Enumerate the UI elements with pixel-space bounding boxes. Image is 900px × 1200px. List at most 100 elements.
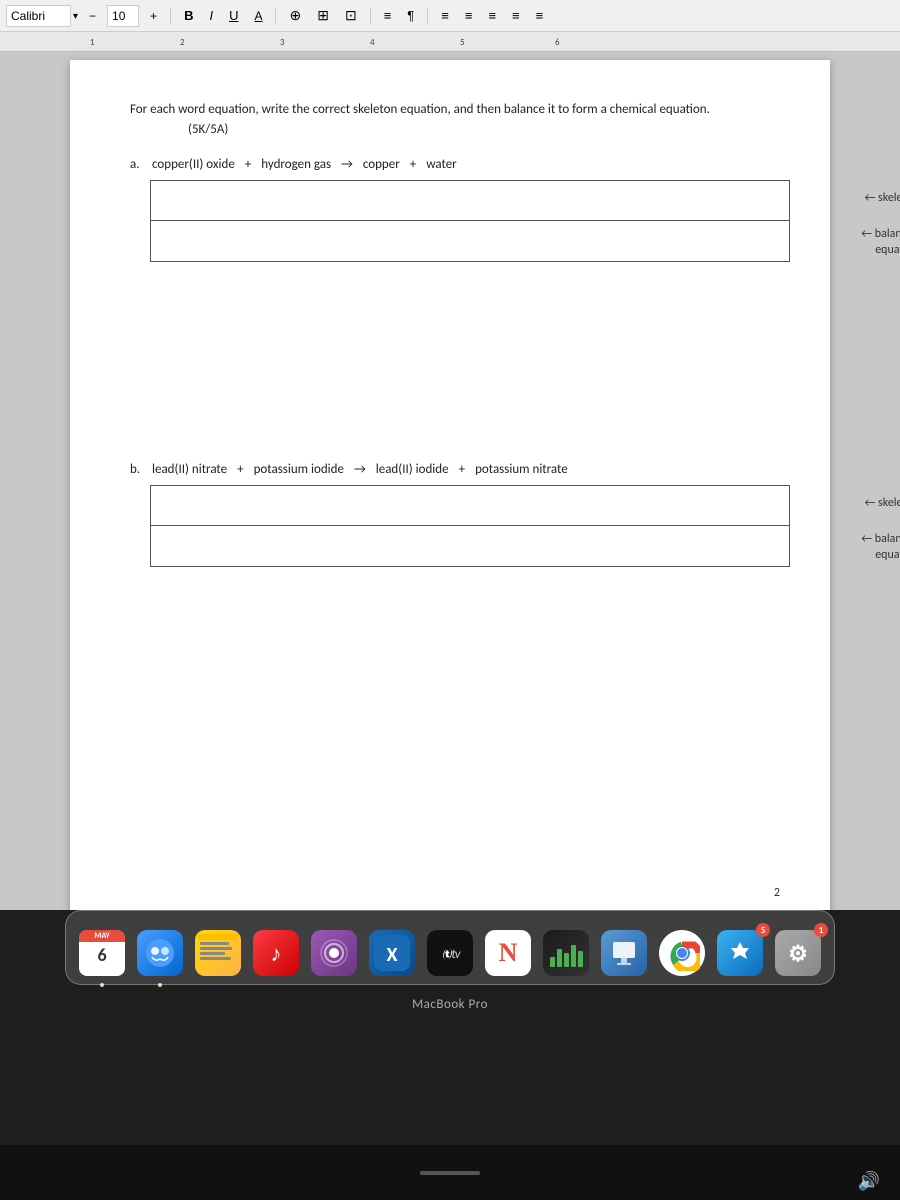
svg-text:X: X [386, 943, 397, 967]
skeleton-label-b: ← skeleton [864, 496, 900, 512]
instructions-text: For each word equation, write the correc… [130, 102, 710, 117]
media-button[interactable]: ⊡ [340, 5, 362, 27]
calendar-day: 6 [79, 942, 125, 966]
problem-a: a. copper(II) oxide + hydrogen gas → cop… [130, 157, 780, 262]
document-area: For each word equation, write the correc… [0, 52, 900, 910]
finder-dock-item[interactable] [134, 927, 186, 979]
finder-svg [144, 937, 176, 969]
notes-dock-item[interactable] [192, 927, 244, 979]
toolbar-separator-2 [275, 7, 276, 25]
answer-box-b-row2[interactable]: ← balanced equation [151, 526, 789, 566]
notes-icon [195, 930, 241, 976]
calendar-active-dot [100, 983, 104, 987]
bar-5 [578, 951, 583, 967]
outdent-button[interactable]: ≡ [483, 5, 501, 27]
notes-lines [195, 930, 241, 968]
bar-2 [557, 949, 562, 967]
problem-b-product2: potassium nitrate [475, 462, 568, 477]
toolbar-separator-3 [370, 7, 371, 25]
syspref-icon: ⚙ [775, 930, 821, 976]
font-dropdown-arrow[interactable]: ▾ [73, 9, 78, 22]
syspref-badge: 1 [814, 923, 828, 937]
font-size-increase-button[interactable]: + [145, 5, 162, 27]
list-button[interactable]: ≡ [379, 5, 397, 27]
link-button[interactable]: ⊕ [284, 5, 306, 27]
page-number: 2 [774, 886, 780, 900]
bottom-area: MAY 6 [0, 910, 900, 1145]
music-icon: ♪ [253, 930, 299, 976]
chrome-svg [664, 935, 700, 971]
screen-bottom: 🔊 [0, 1145, 900, 1200]
page-wrapper: For each word equation, write the correc… [0, 52, 900, 910]
toolbar-separator-4 [427, 7, 428, 25]
music-dock-item[interactable]: ♪ [250, 927, 302, 979]
xcode-svg: X [374, 935, 410, 971]
strikethrough-button[interactable]: A [249, 5, 267, 27]
instructions: For each word equation, write the correc… [130, 100, 780, 139]
appletv-dock-item[interactable]: tv [424, 927, 476, 979]
chrome-dock-item[interactable] [656, 927, 708, 979]
ruler-inner: 1 2 3 4 5 6 [0, 32, 900, 51]
problem-b-product1: lead(II) iodide [376, 462, 449, 477]
problem-b: b. lead(II) nitrate + potassium iodide →… [130, 462, 780, 567]
xcode-dock-item[interactable]: X [366, 927, 418, 979]
document-page: For each word equation, write the correc… [70, 60, 830, 910]
volume-icon: 🔊 [858, 1170, 880, 1192]
balanced-label-a: ← balanced equation [861, 227, 900, 258]
problem-a-reactant2: hydrogen gas [261, 157, 331, 172]
problem-a-letter: a. [130, 157, 146, 172]
bar-chart [550, 939, 583, 967]
tv-label: tv [451, 947, 459, 962]
problem-a-product1: copper [363, 157, 400, 172]
bold-button[interactable]: B [179, 5, 198, 27]
keynote-icon [601, 930, 647, 976]
calendar-dock-item[interactable]: MAY 6 [76, 927, 128, 979]
font-name-input[interactable] [6, 5, 71, 27]
justify-button[interactable]: ≡ [531, 5, 549, 27]
problem-b-reactant2: potassium iodide [254, 462, 344, 477]
problem-a-product2: water [426, 157, 456, 172]
ruler-mark-6: 6 [555, 37, 560, 48]
font-size-input[interactable] [107, 5, 139, 27]
ruler-mark-4: 4 [370, 37, 375, 48]
indent-button[interactable]: ≡ [460, 5, 478, 27]
app-window: ▾ − + B I U A ⊕ ⊞ ⊡ ≡ ¶ ≡ ≡ ≡ ≡ ≡ 1 2 3 … [0, 0, 900, 1200]
italic-button[interactable]: I [204, 5, 218, 27]
appstore-svg [725, 938, 755, 968]
stocks-icon [543, 930, 589, 976]
keynote-dock-item[interactable] [598, 927, 650, 979]
macbook-label: MacBook Pro [412, 997, 488, 1012]
answer-box-b[interactable]: ← skeleton ← balanced equation [150, 485, 790, 567]
bar-1 [550, 957, 555, 967]
tv-icon: tv [427, 930, 473, 976]
arrow-1: → [341, 157, 353, 172]
appstore-dock-item[interactable]: 5 [714, 927, 766, 979]
syspref-dock-item[interactable]: ⚙ 1 [772, 927, 824, 979]
problem-b-label: b. lead(II) nitrate + potassium iodide →… [130, 462, 780, 477]
problem-b-reactant1: lead(II) nitrate [152, 462, 227, 477]
calendar-icon: MAY 6 [79, 930, 125, 976]
arrow-2: → [354, 462, 366, 477]
finder-icon [137, 930, 183, 976]
answer-box-a-row1[interactable]: ← skeleton [151, 181, 789, 221]
ruler-mark-2: 2 [180, 37, 185, 48]
appstore-badge: 5 [756, 923, 770, 937]
align-button[interactable]: ≡ [436, 5, 454, 27]
answer-box-b-row1[interactable]: ← skeleton [151, 486, 789, 526]
dock: MAY 6 [65, 910, 835, 985]
finder-active-dot [158, 983, 162, 987]
stocks-dock-item[interactable] [540, 927, 592, 979]
answer-box-a-row2[interactable]: ← balanced equation [151, 221, 789, 261]
grade-text: (5K/5A) [188, 122, 228, 137]
answer-box-a[interactable]: ← skeleton ← balanced equation [150, 180, 790, 262]
podcasts-dock-item[interactable] [308, 927, 360, 979]
image-button[interactable]: ⊞ [312, 5, 334, 27]
font-size-decrease-button[interactable]: − [84, 5, 101, 27]
underline-button[interactable]: U [224, 5, 243, 27]
home-indicator [420, 1171, 480, 1175]
news-dock-item[interactable]: N [482, 927, 534, 979]
calendar-month: MAY [79, 930, 125, 942]
font-selector-group: ▾ [6, 5, 78, 27]
right-align-button[interactable]: ≡ [507, 5, 525, 27]
paragraph-button[interactable]: ¶ [402, 5, 419, 27]
